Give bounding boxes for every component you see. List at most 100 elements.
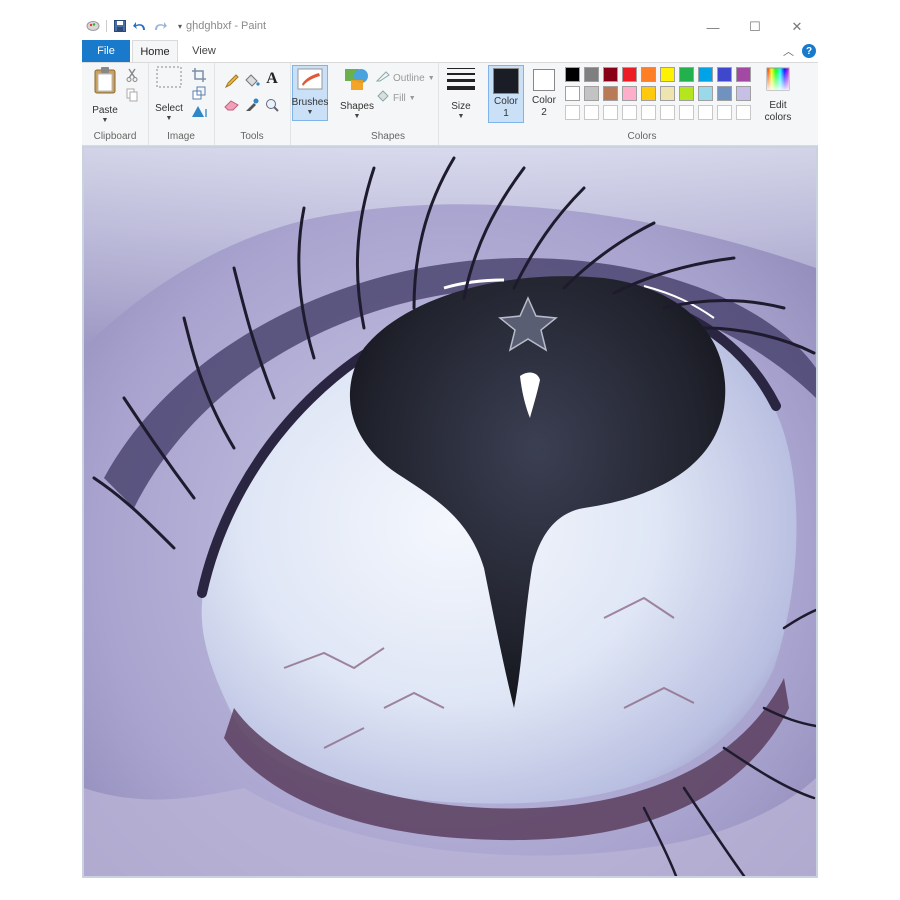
copy-icon[interactable] bbox=[124, 87, 140, 103]
palette-color-swatch[interactable] bbox=[565, 86, 580, 101]
close-button[interactable]: ✕ bbox=[776, 14, 818, 40]
outline-button[interactable]: Outline ▼ bbox=[375, 69, 435, 87]
paste-button[interactable]: Paste ▼ bbox=[90, 66, 120, 125]
palette-custom-slot[interactable] bbox=[565, 105, 580, 120]
bucket-fill-icon[interactable] bbox=[244, 73, 260, 89]
brushes-button[interactable]: Brushes ▼ bbox=[292, 65, 328, 121]
palette-color-swatch[interactable] bbox=[717, 67, 732, 82]
paint-window: ▾ ghdghbxf - Paint — ☐ ✕ File Home View … bbox=[82, 14, 818, 878]
color1-button[interactable]: Color 1 bbox=[488, 65, 524, 123]
fill-label: Fill bbox=[393, 92, 406, 104]
scissors-icon[interactable] bbox=[124, 67, 140, 83]
palette-color-swatch[interactable] bbox=[736, 67, 751, 82]
palette-color-swatch[interactable] bbox=[565, 67, 580, 82]
paint-app-icon bbox=[86, 19, 100, 33]
palette-color-swatch[interactable] bbox=[717, 86, 732, 101]
chevron-down-icon: ▼ bbox=[165, 115, 173, 122]
colors-group-label: Colors bbox=[627, 131, 657, 142]
color2-number: 2 bbox=[541, 107, 547, 118]
outline-label: Outline bbox=[393, 72, 425, 84]
shapes-icon bbox=[343, 66, 371, 97]
text-icon[interactable]: A bbox=[264, 70, 280, 87]
edit-colors-label-1: Edit bbox=[769, 100, 787, 111]
clipboard-icon bbox=[93, 66, 117, 99]
palette-color-swatch[interactable] bbox=[660, 86, 675, 101]
shapes-button[interactable]: Shapes ▼ bbox=[340, 66, 374, 121]
color-picker-icon[interactable] bbox=[244, 97, 260, 113]
select-label: Select bbox=[155, 103, 183, 114]
palette-color-swatch[interactable] bbox=[641, 67, 656, 82]
fill-button[interactable]: Fill ▼ bbox=[376, 89, 416, 107]
window-title: ghdghbxf - Paint bbox=[186, 20, 267, 32]
palette-color-swatch[interactable] bbox=[698, 86, 713, 101]
crop-icon[interactable] bbox=[191, 67, 207, 83]
drawing-canvas[interactable] bbox=[84, 148, 816, 876]
clipboard-group: Paste ▼ Clipboard bbox=[82, 63, 149, 145]
clipboard-group-label: Clipboard bbox=[93, 131, 137, 142]
palette-color-swatch[interactable] bbox=[641, 86, 656, 101]
size-button[interactable]: Size ▼ bbox=[444, 66, 478, 121]
color2-swatch bbox=[533, 69, 555, 91]
palette-color-swatch[interactable] bbox=[622, 86, 637, 101]
palette-color-swatch[interactable] bbox=[736, 86, 751, 101]
palette-color-swatch[interactable] bbox=[679, 86, 694, 101]
palette-custom-slot[interactable] bbox=[698, 105, 713, 120]
canvas-area[interactable] bbox=[82, 146, 818, 878]
palette-custom-slot[interactable] bbox=[717, 105, 732, 120]
palette-custom-slot[interactable] bbox=[736, 105, 751, 120]
tab-view[interactable]: View bbox=[186, 40, 222, 62]
chevron-down-icon: ▼ bbox=[306, 109, 314, 116]
maximize-button[interactable]: ☐ bbox=[734, 14, 776, 40]
palette-custom-slot[interactable] bbox=[641, 105, 656, 120]
chevron-down-icon: ▼ bbox=[427, 74, 435, 82]
palette-color-swatch[interactable] bbox=[622, 67, 637, 82]
palette-custom-slot[interactable] bbox=[622, 105, 637, 120]
size-group: Size ▼ bbox=[438, 63, 484, 145]
size-label: Size bbox=[451, 101, 471, 112]
palette-color-swatch[interactable] bbox=[698, 67, 713, 82]
eye-painting bbox=[84, 148, 816, 876]
undo-icon[interactable] bbox=[133, 19, 147, 33]
rotate-icon[interactable] bbox=[191, 103, 207, 119]
resize-icon[interactable] bbox=[191, 85, 207, 101]
help-button[interactable]: ? bbox=[802, 44, 816, 58]
shapes-group: Shapes ▼ Outline ▼ Fill ▼ Shapes bbox=[338, 63, 439, 145]
color2-button[interactable]: Color 2 bbox=[528, 67, 560, 119]
save-icon[interactable] bbox=[113, 19, 127, 33]
ribbon-tabs: File Home View ︿ ? bbox=[82, 40, 818, 63]
palette-custom-slot[interactable] bbox=[679, 105, 694, 120]
line-size-icon bbox=[446, 66, 476, 97]
shapes-group-label: Shapes bbox=[371, 131, 405, 142]
palette-custom-slot[interactable] bbox=[660, 105, 675, 120]
paste-label: Paste bbox=[92, 105, 118, 116]
palette-color-swatch[interactable] bbox=[603, 67, 618, 82]
tab-file[interactable]: File bbox=[82, 40, 130, 62]
magnifier-icon[interactable] bbox=[264, 97, 280, 113]
chevron-up-icon[interactable]: ︿ bbox=[783, 43, 794, 59]
palette-custom-slot[interactable] bbox=[603, 105, 618, 120]
color1-swatch bbox=[493, 68, 519, 94]
customize-toolbar-icon[interactable]: ▾ bbox=[173, 19, 187, 33]
color-selection-group: Color 1 Color 2 bbox=[484, 63, 562, 145]
minimize-button[interactable]: — bbox=[692, 14, 734, 40]
palette-custom-slot[interactable] bbox=[584, 105, 599, 120]
edit-colors-button[interactable]: Edit colors bbox=[760, 67, 796, 124]
color2-label: Color bbox=[532, 95, 556, 106]
quick-access-toolbar: ▾ bbox=[86, 19, 194, 33]
palette-color-swatch[interactable] bbox=[584, 86, 599, 101]
palette-color-swatch[interactable] bbox=[679, 67, 694, 82]
palette-color-swatch[interactable] bbox=[603, 86, 618, 101]
brushes-group: Brushes ▼ bbox=[290, 63, 338, 145]
selection-rectangle-icon bbox=[156, 66, 182, 93]
outline-icon bbox=[375, 69, 390, 87]
tools-group-label: Tools bbox=[240, 131, 264, 142]
palette-color-swatch[interactable] bbox=[660, 67, 675, 82]
fill-icon bbox=[376, 89, 390, 107]
tab-home[interactable]: Home bbox=[132, 40, 178, 62]
select-button[interactable]: Select ▼ bbox=[154, 66, 184, 123]
palette-color-swatch[interactable] bbox=[584, 67, 599, 82]
redo-icon[interactable] bbox=[153, 19, 167, 33]
pencil-icon[interactable] bbox=[224, 73, 240, 89]
eraser-icon[interactable] bbox=[224, 97, 240, 113]
edit-colors-group: Edit colors bbox=[758, 63, 798, 145]
